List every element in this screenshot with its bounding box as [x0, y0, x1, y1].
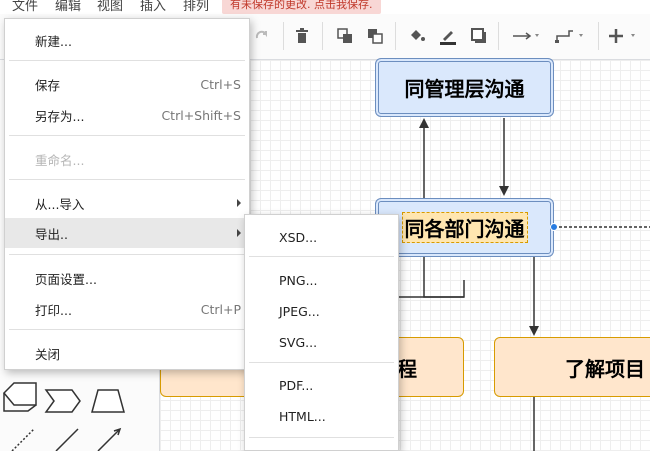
menu-item-label: PNG... — [279, 272, 318, 288]
menu-item-label: 重命名... — [35, 152, 85, 168]
submenu-arrow-icon — [237, 229, 241, 237]
unsaved-changes-notice[interactable]: 有未保存的更改. 点击我保存. — [222, 0, 381, 14]
to-back-icon[interactable] — [363, 24, 387, 48]
line-color-icon[interactable] — [436, 24, 460, 48]
insert-icon[interactable] — [608, 24, 644, 48]
export-item-xsd[interactable]: XSD... — [245, 222, 398, 252]
menu-item-new[interactable]: 新建... — [5, 25, 249, 55]
menu-item-save[interactable]: 保存 Ctrl+S — [5, 69, 249, 99]
menu-item-label: 另存为... — [35, 108, 85, 124]
menu-item-label: HTML... — [279, 408, 326, 424]
menu-item-print[interactable]: 打印... Ctrl+P — [5, 294, 249, 324]
to-front-icon[interactable] — [333, 24, 357, 48]
node-management-communication[interactable]: 同管理层沟通 — [375, 58, 554, 117]
menu-item-shortcut: Ctrl+S — [200, 76, 241, 92]
menubar: 文件 编辑 视图 插入 排列 有未保存的更改. 点击我保存. — [0, 0, 650, 14]
menu-item-label: JPEG... — [279, 303, 320, 319]
waypoints-icon[interactable] — [554, 24, 588, 48]
file-menu: 新建... 保存 Ctrl+S 另存为... Ctrl+Shift+S 重命名.… — [4, 18, 250, 370]
node-label: 同管理层沟通 — [404, 77, 525, 101]
node-understand-project[interactable]: 了解项目 — [494, 337, 650, 397]
menu-item-label: 从...导入 — [35, 196, 85, 212]
node-label: 了解项目 — [565, 356, 645, 381]
node-label: 程 — [397, 356, 417, 381]
menu-view[interactable]: 视图 — [97, 0, 123, 14]
menu-item-rename[interactable]: 重命名... — [5, 144, 249, 174]
export-item-svg[interactable]: SVG... — [245, 327, 398, 357]
menu-item-import-from[interactable]: 从...导入 — [5, 188, 249, 218]
menu-edit[interactable]: 编辑 — [55, 0, 81, 14]
menu-item-label: 新建... — [35, 33, 72, 49]
export-item-pdf[interactable]: PDF... — [245, 370, 398, 400]
menu-item-page-setup[interactable]: 页面设置... — [5, 263, 249, 293]
menu-item-label: 关闭 — [35, 346, 61, 362]
menu-file[interactable]: 文件 — [12, 0, 38, 14]
menu-item-shortcut: Ctrl+P — [200, 301, 241, 317]
menu-item-shortcut: Ctrl+Shift+S — [161, 107, 241, 123]
selection-handle[interactable] — [550, 223, 558, 231]
export-item-jpeg[interactable]: JPEG... — [245, 296, 398, 326]
node-label-editing[interactable]: 同各部门沟通 — [401, 212, 528, 243]
export-submenu: XSD... PNG... JPEG... SVG... PDF... HTML… — [244, 214, 399, 451]
drawio-window: 文件 编辑 视图 插入 排列 有未保存的更改. 点击我保存. 同管理层沟通 同各… — [0, 0, 650, 451]
connection-icon[interactable] — [510, 24, 544, 48]
menu-item-export-as[interactable]: 导出.. — [5, 218, 249, 248]
redo-icon[interactable] — [250, 24, 274, 48]
menu-item-label: 打印... — [35, 302, 72, 318]
fill-color-icon[interactable] — [405, 24, 429, 48]
export-item-png[interactable]: PNG... — [245, 265, 398, 295]
export-item-html[interactable]: HTML... — [245, 401, 398, 431]
menu-item-label: XSD... — [279, 229, 318, 245]
menu-item-label: 页面设置... — [35, 271, 97, 287]
submenu-arrow-icon — [237, 199, 241, 207]
shadow-icon[interactable] — [467, 24, 491, 48]
menu-item-label: 保存 — [35, 77, 61, 93]
menu-insert[interactable]: 插入 — [140, 0, 166, 14]
menu-item-save-as[interactable]: 另存为... Ctrl+Shift+S — [5, 100, 249, 130]
menu-item-label: 导出.. — [35, 226, 68, 242]
menu-item-close[interactable]: 关闭 — [5, 338, 249, 368]
delete-icon[interactable] — [290, 24, 314, 48]
menu-item-label: SVG... — [279, 334, 318, 350]
menu-item-label: PDF... — [279, 377, 314, 393]
menu-arrange[interactable]: 排列 — [183, 0, 209, 14]
node-department-communication[interactable]: 同各部门沟通 — [375, 198, 554, 257]
